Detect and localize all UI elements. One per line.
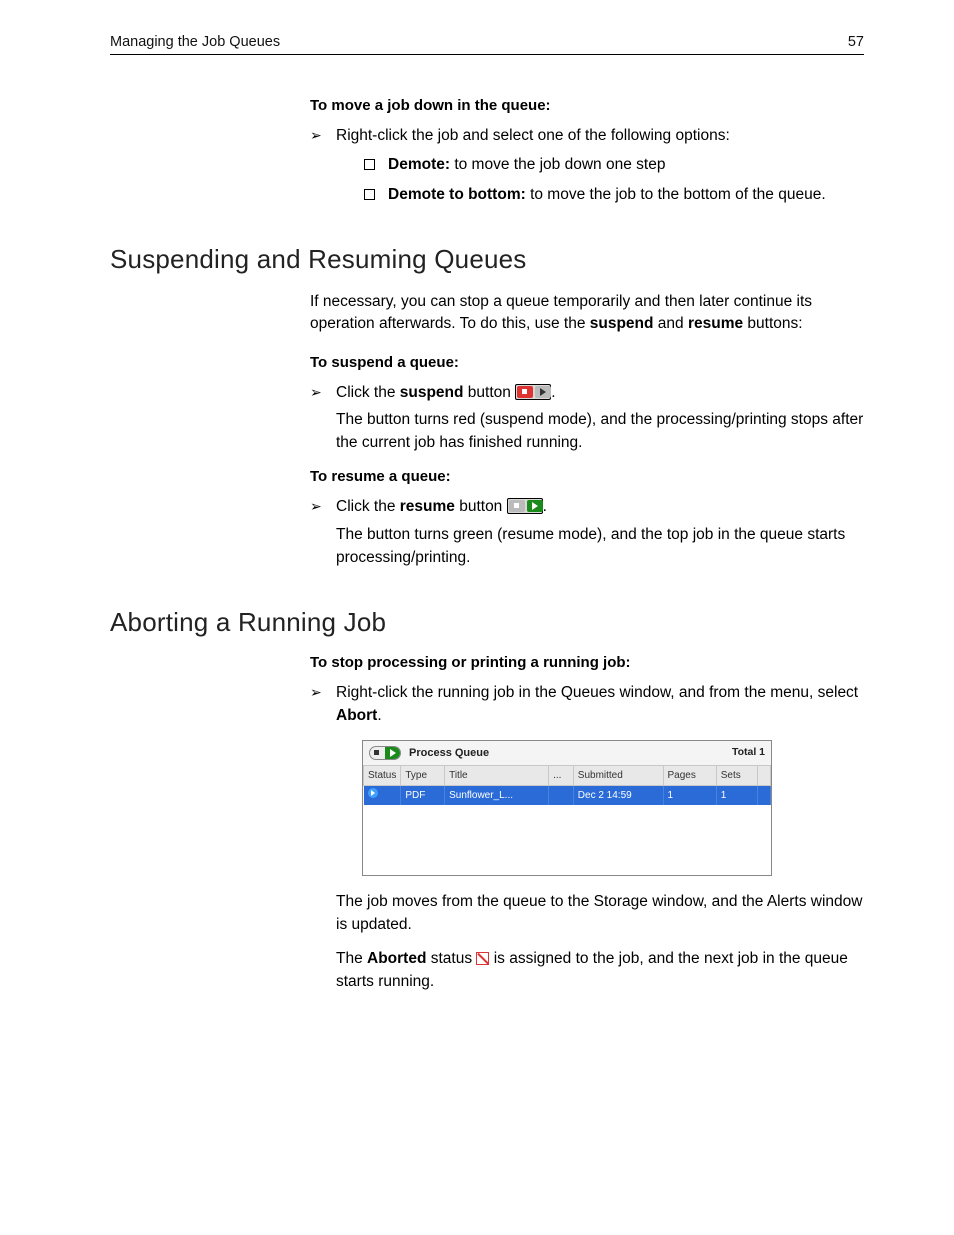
aborted-status-icon (476, 952, 489, 965)
col-title: Title (445, 766, 549, 786)
intro-suspend: If necessary, you can stop a queue tempo… (310, 291, 864, 336)
running-header: Managing the Job Queues 57 (110, 34, 864, 55)
steps-abort: Right-click the running job in the Queue… (310, 681, 864, 993)
process-queue-table: Status Type Title ... Submitted Pages Se… (363, 765, 771, 805)
step-move-rightclick: Right-click the job and select one of th… (310, 124, 864, 206)
step-click-resume: Click the resume button . The button tur… (310, 495, 864, 569)
steps-resume: Click the resume button . The button tur… (310, 495, 864, 569)
table-header-row: Status Type Title ... Submitted Pages Se… (364, 766, 771, 786)
cell-pages: 1 (663, 786, 716, 806)
page-number: 57 (848, 34, 864, 50)
running-status-icon (368, 788, 378, 798)
options-demote: Demote: to move the job down one step De… (362, 153, 864, 206)
step-abort-rightclick: Right-click the running job in the Queue… (310, 681, 864, 993)
subhead-move-down: To move a job down in the queue: (310, 97, 864, 114)
col-more: ... (549, 766, 574, 786)
process-queue-empty-area (363, 805, 771, 875)
col-blank (758, 766, 771, 786)
section-suspend-resume: If necessary, you can stop a queue tempo… (310, 291, 864, 569)
table-row: PDF Sunflower_L... Dec 2 14:59 1 1 (364, 786, 771, 806)
suspend-result: The button turns red (suspend mode), and… (336, 408, 864, 455)
section-move-down: To move a job down in the queue: Right-c… (310, 97, 864, 206)
heading-abort: Aborting a Running Job (110, 607, 864, 638)
process-queue-title: Process Queue (409, 745, 489, 762)
process-queue-titlebar: Process Queue Total 1 (363, 741, 771, 766)
queue-toggle-icon (369, 746, 401, 760)
option-demote: Demote: to move the job down one step (362, 153, 864, 176)
cell-sets: 1 (716, 786, 757, 806)
cell-type: PDF (401, 786, 445, 806)
option-demote-bottom: Demote to bottom: to move the job to the… (362, 183, 864, 206)
subhead-suspend: To suspend a queue: (310, 354, 864, 371)
col-pages: Pages (663, 766, 716, 786)
process-queue-window: Process Queue Total 1 Status Type Title … (362, 740, 772, 877)
cell-title: Sunflower_L... (445, 786, 549, 806)
col-type: Type (401, 766, 445, 786)
suspend-button-icon (515, 384, 551, 400)
heading-suspend-resume: Suspending and Resuming Queues (110, 244, 864, 275)
subhead-abort: To stop processing or printing a running… (310, 654, 864, 671)
resume-result: The button turns green (resume mode), an… (336, 523, 864, 570)
process-queue-total: Total 1 (732, 745, 765, 761)
cell-blank (758, 786, 771, 806)
col-submitted: Submitted (573, 766, 663, 786)
cell-submitted: Dec 2 14:59 (573, 786, 663, 806)
step-click-suspend: Click the suspend button . The button tu… (310, 381, 864, 455)
steps-move-down: Right-click the job and select one of th… (310, 124, 864, 206)
section-abort: To stop processing or printing a running… (310, 654, 864, 993)
resume-button-icon (507, 498, 543, 514)
subhead-resume: To resume a queue: (310, 468, 864, 485)
steps-suspend: Click the suspend button . The button tu… (310, 381, 864, 455)
cell-more (549, 786, 574, 806)
cell-status (364, 786, 401, 806)
col-sets: Sets (716, 766, 757, 786)
document-page: Managing the Job Queues 57 To move a job… (0, 0, 954, 1063)
abort-result-2: The Aborted status is assigned to the jo… (336, 947, 864, 994)
header-title: Managing the Job Queues (110, 34, 280, 50)
abort-result-1: The job moves from the queue to the Stor… (336, 890, 864, 937)
col-status: Status (364, 766, 401, 786)
